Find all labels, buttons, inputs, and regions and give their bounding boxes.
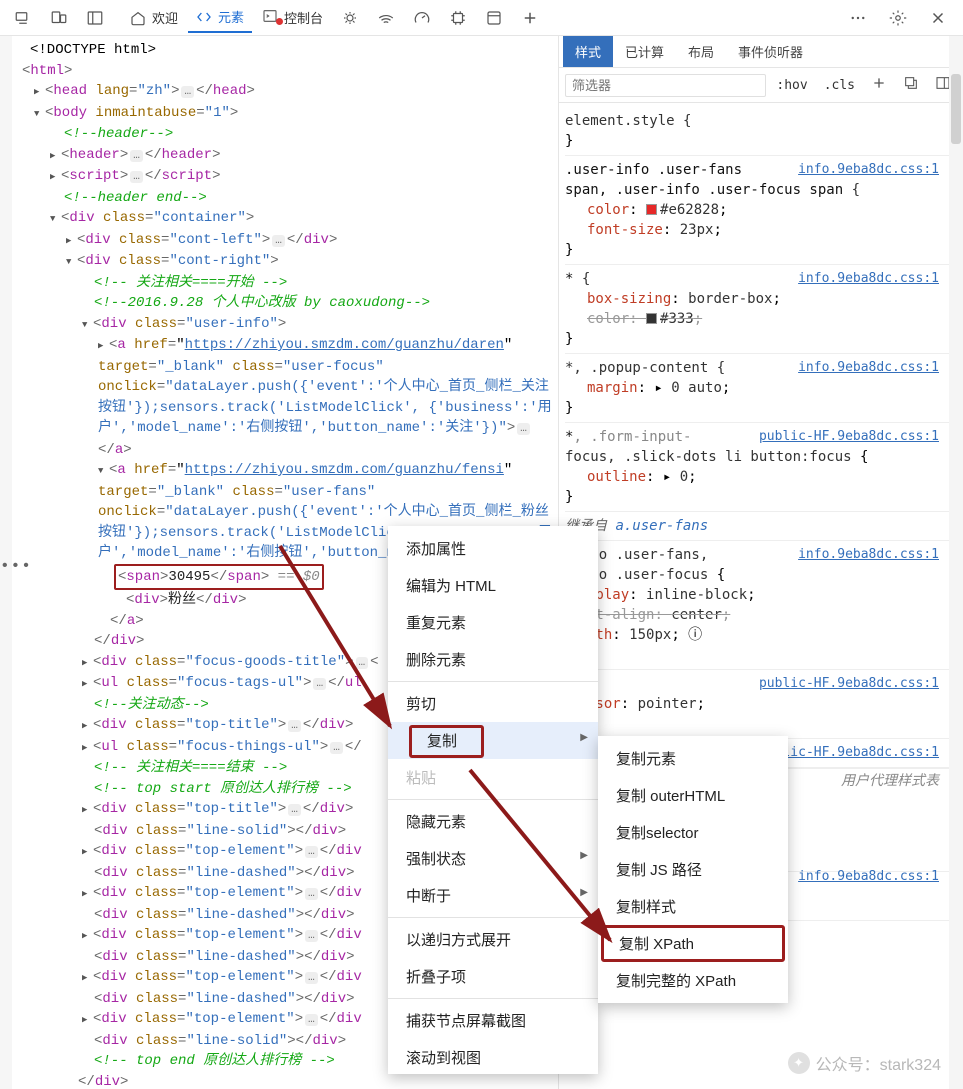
source-link[interactable]: public-HF.9eba8dc.css:1	[759, 427, 939, 447]
ctx-copy-full-xpath[interactable]: 复制完整的 XPath	[598, 962, 788, 999]
ctx-force-state[interactable]: 强制状态	[388, 840, 598, 877]
source-link[interactable]: info.9eba8dc.css:1	[798, 545, 939, 565]
watermark: ✦ 公众号：stark324	[788, 1051, 941, 1075]
tab-styles[interactable]: 样式	[563, 36, 613, 67]
ctx-copy-xpath[interactable]: 复制 XPath	[601, 925, 785, 962]
rule-element-style[interactable]: element.style { }	[565, 107, 957, 156]
rule-star-1[interactable]: info.9eba8dc.css:1 * { box-sizing: borde…	[565, 265, 957, 354]
ctx-duplicate[interactable]: 重复元素	[388, 604, 598, 641]
rule-cursor-pointer[interactable]: public-HF.9eba8dc.css:1 { rsor: pointer;…	[565, 670, 957, 739]
ctx-expand-recursive[interactable]: 以递归方式展开	[388, 921, 598, 958]
ctx-copy-selector[interactable]: 复制selector	[598, 814, 788, 851]
context-menu-main[interactable]: 添加属性 编辑为 HTML 重复元素 删除元素 剪切 复制 粘贴 隐藏元素 强制…	[388, 526, 598, 1074]
styles-tablist: 样式 已计算 布局 事件侦听器	[559, 36, 963, 68]
ctx-cut[interactable]: 剪切	[388, 685, 598, 722]
context-menu-copy[interactable]: 复制元素 复制 outerHTML 复制selector 复制 JS 路径 复制…	[598, 736, 788, 1003]
ctx-copy-element[interactable]: 复制元素	[598, 740, 788, 777]
tab-elements[interactable]: 元素	[188, 3, 252, 33]
device-toggle-icon[interactable]	[6, 3, 40, 33]
dom-comment: <!--header-->	[64, 126, 173, 142]
ctx-copy-outerhtml[interactable]: 复制 outerHTML	[598, 777, 788, 814]
source-link[interactable]: info.9eba8dc.css:1	[798, 358, 939, 378]
dom-container[interactable]: <div class="container">	[8, 208, 558, 230]
source-link[interactable]: public-HF.9eba8dc.css:1	[759, 674, 939, 694]
ctx-scroll-into-view[interactable]: 滚动到视图	[388, 1039, 598, 1070]
memory-icon[interactable]	[441, 3, 475, 33]
tab-elements-label: 元素	[218, 7, 244, 26]
source-link[interactable]: info.9eba8dc.css:1	[798, 160, 939, 180]
main-split: ••• <!DOCTYPE html> <html> <head lang="z…	[0, 36, 963, 1089]
gutter-more-icon[interactable]: •••	[0, 556, 30, 577]
dom-a-user-focus[interactable]: <a href="https://zhiyou.smzdm.com/guanzh…	[8, 335, 558, 460]
new-tab-icon[interactable]	[513, 3, 547, 33]
filter-input[interactable]	[565, 74, 766, 97]
performance-icon[interactable]	[405, 3, 439, 33]
tab-computed[interactable]: 已计算	[613, 36, 676, 67]
tab-welcome[interactable]: 欢迎	[122, 3, 186, 33]
dom-user-info[interactable]: <div class="user-info">	[8, 314, 558, 336]
dom-cont-right[interactable]: <div class="cont-right">	[8, 251, 558, 273]
ctx-capture-screenshot[interactable]: 捕获节点屏幕截图	[388, 1002, 598, 1039]
tab-welcome-label: 欢迎	[152, 8, 178, 27]
dom-comment: <!-- 关注相关====开始 -->	[94, 275, 287, 291]
ctx-add-attribute[interactable]: 添加属性	[388, 530, 598, 567]
source-link[interactable]: info.9eba8dc.css:1	[798, 269, 939, 289]
dom-comment: <!--header end-->	[64, 190, 207, 206]
ctx-paste: 粘贴	[388, 759, 598, 796]
tab-layout[interactable]: 布局	[676, 36, 726, 67]
watermark-text: 公众号：stark324	[816, 1051, 941, 1075]
rule-popup-content[interactable]: info.9eba8dc.css:1 *, .popup-content { m…	[565, 354, 957, 423]
inherit-header: 继承自 a.user-fans	[565, 512, 957, 541]
application-icon[interactable]	[477, 3, 511, 33]
tab-console[interactable]: 控制台	[254, 3, 331, 33]
more-icon[interactable]	[839, 3, 877, 33]
dom-comment: <!--2016.9.28 个人中心改版 by caoxudong-->	[94, 295, 430, 311]
settings-icon[interactable]	[879, 3, 917, 33]
dom-head[interactable]: <head lang="zh">…</head>	[8, 81, 558, 103]
ctx-collapse[interactable]: 折叠子项	[388, 958, 598, 995]
ctx-delete[interactable]: 删除元素	[388, 641, 598, 678]
rule-user-info-fans[interactable]: info.9eba8dc.css:1 -info .user-fans, -in…	[565, 541, 957, 670]
filter-row: :hov .cls	[559, 68, 963, 103]
new-rule-icon[interactable]	[865, 72, 893, 98]
cls-button[interactable]: .cls	[818, 75, 861, 96]
ctx-copy-label: 复制	[409, 725, 484, 758]
close-icon[interactable]	[919, 3, 957, 33]
ctx-copy-js-path[interactable]: 复制 JS 路径	[598, 851, 788, 888]
wechat-icon: ✦	[788, 1052, 810, 1074]
dom-cont-left[interactable]: <div class="cont-left">…</div>	[8, 230, 558, 252]
ctx-edit-html[interactable]: 编辑为 HTML	[388, 567, 598, 604]
ctx-copy-styles[interactable]: 复制样式	[598, 888, 788, 925]
network-icon[interactable]	[369, 3, 403, 33]
dom-doctype: <!DOCTYPE html>	[8, 40, 558, 61]
responsive-icon[interactable]	[42, 3, 76, 33]
devtools-toolbar: 欢迎 元素 控制台	[0, 0, 963, 36]
scrollbar-thumb[interactable]	[951, 74, 961, 144]
rule-user-fans-span[interactable]: info.9eba8dc.css:1 .user-info .user-fans…	[565, 156, 957, 265]
dom-body[interactable]: <body inmaintabuse="1">	[8, 103, 558, 125]
dock-icon[interactable]	[78, 3, 112, 33]
style-tool-icon[interactable]	[897, 72, 925, 98]
ctx-hide[interactable]: 隐藏元素	[388, 803, 598, 840]
ctx-copy[interactable]: 复制	[388, 722, 598, 759]
dom-header[interactable]: <header>…</header>	[8, 145, 558, 167]
rule-focus-outline[interactable]: public-HF.9eba8dc.css:1 *, .form-input- …	[565, 423, 957, 512]
tab-listeners[interactable]: 事件侦听器	[726, 36, 815, 67]
dom-html-open[interactable]: <html>	[8, 61, 558, 82]
debugger-icon[interactable]	[333, 3, 367, 33]
console-icon	[262, 8, 278, 27]
source-link[interactable]: info.9eba8dc.css:1	[798, 867, 939, 887]
hov-button[interactable]: :hov	[770, 75, 813, 96]
tab-console-label: 控制台	[284, 8, 323, 27]
dom-script[interactable]: <script>…</script>	[8, 166, 558, 188]
ctx-break-on[interactable]: 中断于	[388, 877, 598, 914]
